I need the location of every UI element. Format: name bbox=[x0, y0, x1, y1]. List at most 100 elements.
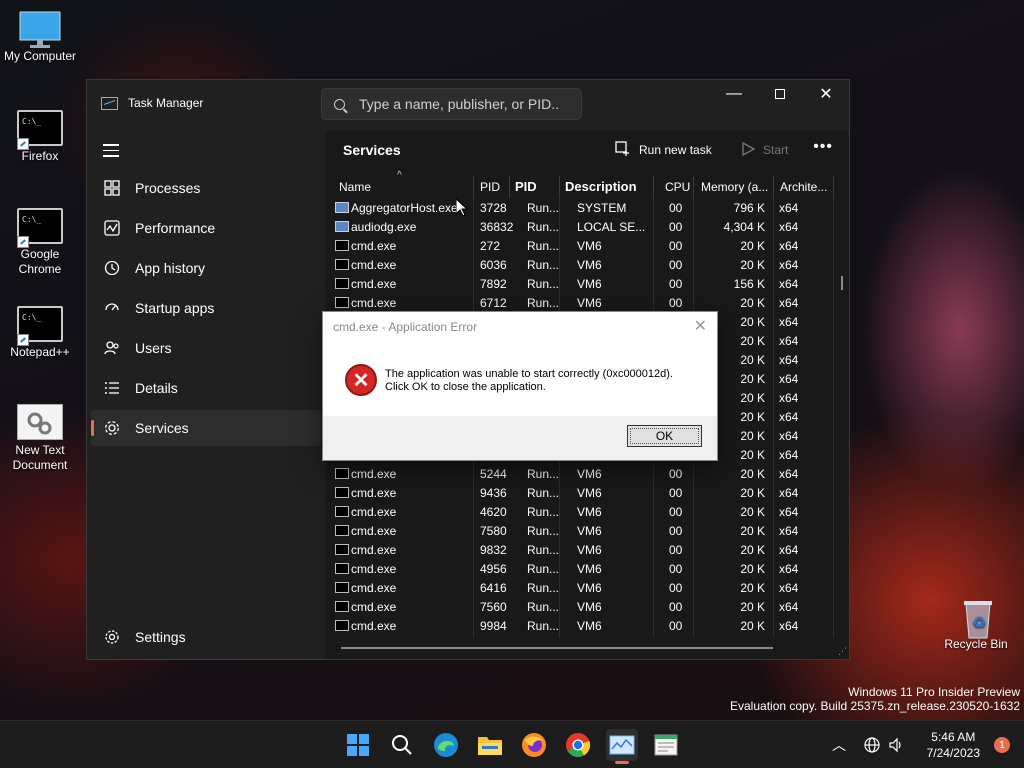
table-row[interactable]: cmd.exe 7892 Run... VM6 00 156 K x64 bbox=[329, 274, 837, 293]
cell-name: cmd.exe bbox=[351, 619, 397, 633]
column-header-description[interactable]: Description bbox=[565, 179, 637, 194]
dialog-close-button[interactable]: ✕ bbox=[694, 316, 707, 336]
table-row[interactable]: cmd.exe 7560 Run... VM6 00 20 K x64 bbox=[329, 597, 837, 616]
firefox-icon bbox=[522, 733, 546, 757]
table-row[interactable]: cmd.exe 6036 Run... VM6 00 20 K x64 bbox=[329, 255, 837, 274]
details-icon bbox=[103, 379, 121, 397]
table-row[interactable]: cmd.exe 9436 Run... VM6 00 20 K x64 bbox=[329, 483, 837, 502]
sidebar-item-app-history[interactable]: App history bbox=[91, 250, 321, 286]
cell-architecture: x64 bbox=[779, 429, 799, 443]
column-header-memory[interactable]: Memory (a... bbox=[701, 180, 769, 194]
ok-button[interactable]: OK bbox=[627, 425, 702, 447]
table-row[interactable]: audiodg.exe 36832 Run... LOCAL SE... 00 4,304… bbox=[329, 217, 837, 236]
title-bar[interactable]: Task Manager bbox=[101, 96, 203, 110]
cell-architecture: x64 bbox=[779, 486, 799, 500]
cell-memory: 20 K bbox=[740, 467, 765, 481]
service-host-icon bbox=[335, 202, 349, 213]
quick-settings-button[interactable] bbox=[864, 721, 904, 768]
sidebar-item-details[interactable]: Details bbox=[91, 370, 321, 406]
show-hidden-icons-button[interactable]: ︿ bbox=[832, 721, 846, 768]
cell-status: Run... bbox=[527, 524, 560, 538]
table-row[interactable]: cmd.exe 5244 Run... VM6 00 20 K x64 bbox=[329, 464, 837, 483]
desktop-icon-label: My Computer bbox=[3, 49, 77, 63]
cell-cpu: 00 bbox=[669, 201, 683, 215]
vertical-scrollbar[interactable] bbox=[841, 276, 843, 290]
sidebar-item-performance[interactable]: Performance bbox=[91, 210, 321, 246]
desktop-icon-firefox[interactable]: Firefox bbox=[0, 110, 80, 164]
column-header-pid-2[interactable]: PID bbox=[515, 179, 537, 194]
table-row[interactable]: cmd.exe 4620 Run... VM6 00 20 K x64 bbox=[329, 502, 837, 521]
taskbar-file-explorer-button[interactable] bbox=[474, 729, 506, 761]
cell-user: VM6 bbox=[577, 296, 602, 310]
minimize-button[interactable]: — bbox=[711, 80, 757, 108]
table-row[interactable]: cmd.exe 7580 Run... VM6 00 20 K x64 bbox=[329, 521, 837, 540]
cell-status: Run... bbox=[527, 201, 560, 215]
desktop-icon-new-text-document[interactable]: New Text Document bbox=[0, 404, 80, 473]
table-row[interactable]: cmd.exe 9984 Run... VM6 00 20 K x64 bbox=[329, 616, 837, 635]
horizontal-scrollbar[interactable] bbox=[341, 647, 773, 649]
sidebar-item-users[interactable]: Users bbox=[91, 330, 321, 366]
table-row[interactable]: cmd.exe 4956 Run... VM6 00 20 K x64 bbox=[329, 559, 837, 578]
cell-architecture: x64 bbox=[779, 239, 799, 253]
search-box[interactable] bbox=[321, 88, 582, 120]
taskbar-task-manager-button[interactable] bbox=[606, 729, 638, 764]
cell-user: VM6 bbox=[577, 467, 602, 481]
taskbar-firefox-button[interactable] bbox=[518, 729, 550, 761]
resize-grip-icon[interactable]: ⋰ bbox=[838, 646, 847, 657]
cell-status: Run... bbox=[527, 619, 560, 633]
cell-pid: 7560 bbox=[480, 600, 507, 614]
taskbar-notepad-button[interactable] bbox=[650, 729, 682, 761]
table-row[interactable]: cmd.exe 272 Run... VM6 00 20 K x64 bbox=[329, 236, 837, 255]
desktop-icon-my-computer[interactable]: My Computer bbox=[0, 10, 80, 64]
sidebar-item-services[interactable]: Services bbox=[91, 410, 321, 446]
sidebar-item-processes[interactable]: Processes bbox=[91, 170, 321, 206]
close-button[interactable]: ✕ bbox=[803, 80, 849, 108]
cell-pid: 4956 bbox=[480, 562, 507, 576]
cmd-icon bbox=[17, 306, 63, 346]
column-header-cpu[interactable]: CPU bbox=[665, 180, 690, 194]
taskbar-chrome-button[interactable] bbox=[562, 729, 594, 761]
sidebar-item-startup-apps[interactable]: Startup apps bbox=[91, 290, 321, 326]
start-button[interactable]: Start bbox=[741, 138, 788, 162]
start-label: Start bbox=[763, 143, 789, 157]
cell-memory: 796 K bbox=[733, 201, 765, 215]
more-options-button[interactable]: ••• bbox=[813, 138, 833, 156]
sidebar-item-settings[interactable]: Settings bbox=[91, 619, 321, 655]
cell-user: SYSTEM bbox=[577, 201, 627, 215]
column-header-name[interactable]: Name bbox=[339, 180, 371, 194]
monitor-icon bbox=[17, 10, 63, 48]
desktop-icon-notepad-plus-plus[interactable]: Notepad++ bbox=[0, 306, 80, 360]
column-header-pid[interactable]: PID bbox=[480, 180, 500, 194]
maximize-button[interactable] bbox=[757, 80, 803, 108]
table-row[interactable]: cmd.exe 9832 Run... VM6 00 20 K x64 bbox=[329, 540, 837, 559]
users-icon bbox=[103, 339, 121, 357]
file-explorer-icon bbox=[478, 737, 502, 755]
window-title: Task Manager bbox=[128, 96, 204, 110]
cell-memory: 20 K bbox=[740, 258, 765, 272]
cell-cpu: 00 bbox=[669, 619, 683, 633]
table-row[interactable]: AggregatorHost.exe 3728 Run... SYSTEM 00 796 … bbox=[329, 198, 837, 217]
cell-architecture: x64 bbox=[779, 372, 799, 386]
desktop-icon-google-chrome[interactable]: Google Chrome bbox=[0, 208, 80, 277]
search-input[interactable] bbox=[359, 96, 559, 112]
cell-architecture: x64 bbox=[779, 315, 799, 329]
cell-user: VM6 bbox=[577, 258, 602, 272]
cell-architecture: x64 bbox=[779, 581, 799, 595]
taskbar-search-button[interactable] bbox=[386, 729, 418, 761]
taskbar-edge-button[interactable] bbox=[430, 729, 462, 761]
run-new-task-button[interactable]: Run new task bbox=[615, 138, 712, 162]
desktop-icon-recycle-bin[interactable]: ♻ Recycle Bin bbox=[936, 598, 1016, 652]
column-header-architecture[interactable]: Archite... bbox=[780, 180, 835, 194]
table-row[interactable]: cmd.exe 6416 Run... VM6 00 20 K x64 bbox=[329, 578, 837, 597]
cell-pid: 6712 bbox=[480, 296, 507, 310]
start-button[interactable] bbox=[342, 729, 374, 761]
hamburger-menu-icon[interactable] bbox=[103, 144, 119, 161]
clock[interactable]: 5:46 AM 7/24/2023 bbox=[927, 729, 980, 761]
cell-status: Run... bbox=[527, 467, 560, 481]
notification-badge[interactable]: 1 bbox=[994, 737, 1010, 753]
sidebar-item-label: App history bbox=[135, 260, 206, 276]
table-row[interactable]: cmd.exe 6712 Run... VM6 00 20 K x64 bbox=[329, 293, 837, 312]
cell-memory: 20 K bbox=[740, 581, 765, 595]
sidebar-item-label: Users bbox=[135, 340, 172, 356]
cell-cpu: 00 bbox=[669, 562, 683, 576]
